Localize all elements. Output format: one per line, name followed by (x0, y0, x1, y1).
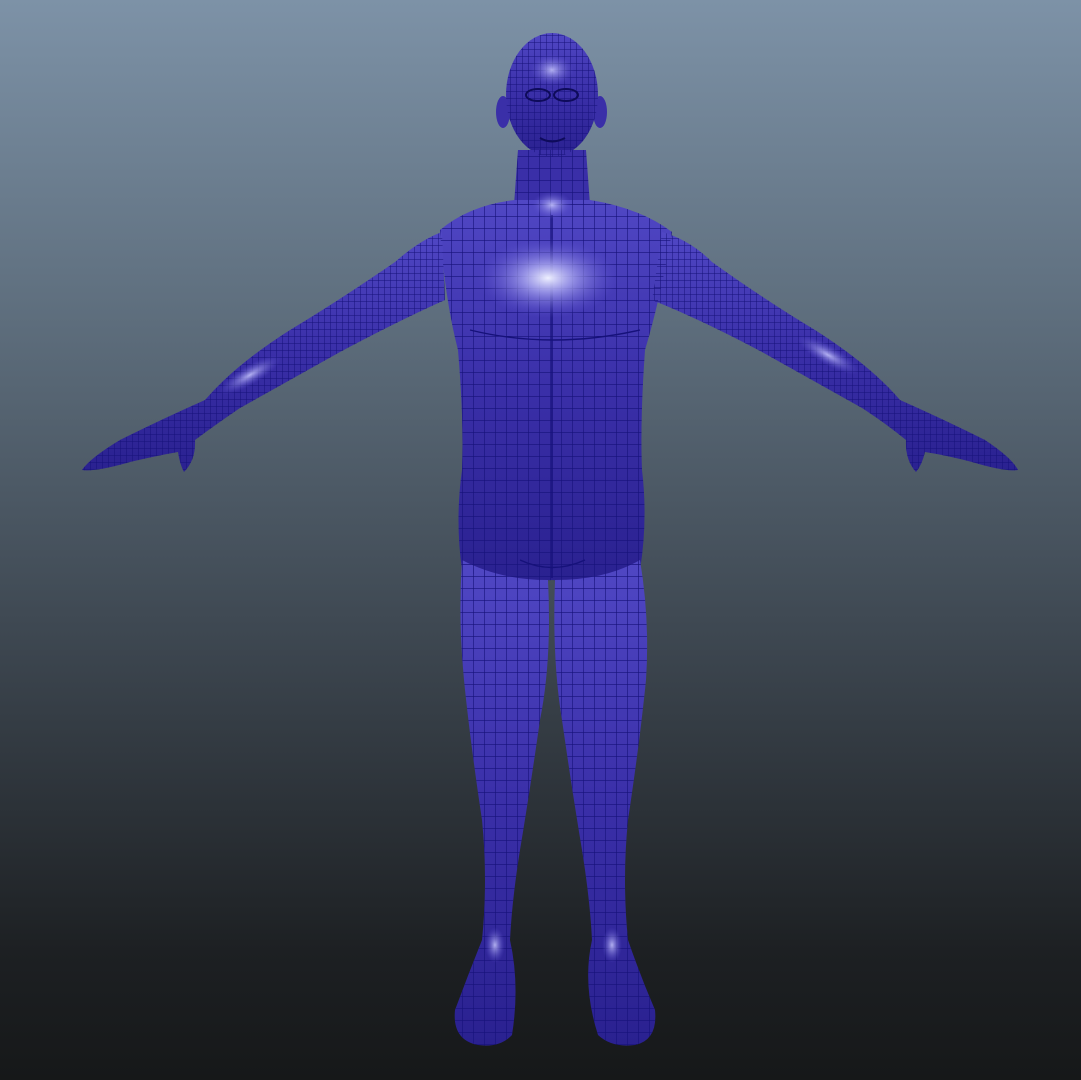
3d-viewport[interactable] (0, 0, 1081, 1080)
human-mesh-render[interactable] (0, 0, 1081, 1080)
wireframe-overlay (82, 33, 1018, 1046)
